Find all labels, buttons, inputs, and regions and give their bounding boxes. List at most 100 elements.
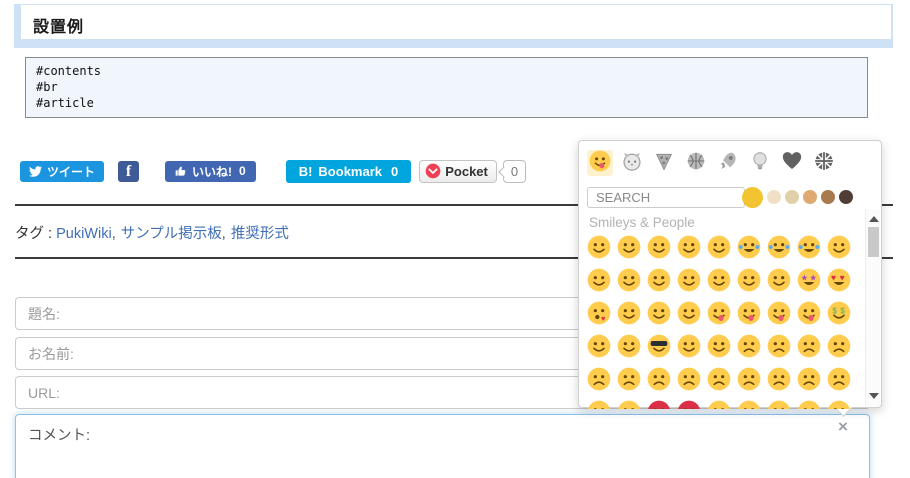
scrollbar-down-icon[interactable] [869,393,879,399]
emoji-grid-row: ★ ★ ♥ ♥ [587,268,861,292]
emoji-cell[interactable] [767,367,791,391]
emoji-grid-row: ♥ $ $ [587,301,861,325]
flag-icon [813,150,835,177]
emoji-cell[interactable]: $ $ [827,301,851,325]
emoji-cell[interactable] [737,367,761,391]
code-block: #contents #br #article [25,57,868,118]
tweet-button-label: ツイート [47,164,96,179]
tweet-button[interactable]: ツイート [20,160,105,182]
emoji-cell[interactable] [767,235,791,259]
tag-link[interactable]: 推奨形式 [231,226,289,242]
emoji-category-tab[interactable] [715,150,741,176]
emoji-cell[interactable] [767,334,791,358]
tag-link[interactable]: PukiWiki [56,226,112,242]
emoji-cell[interactable] [677,268,701,292]
emoji-cell[interactable] [797,334,821,358]
skin-tone-swatch[interactable] [803,190,817,204]
emoji-cell[interactable] [707,334,731,358]
emoji-cell[interactable] [707,235,731,259]
emoji-cell[interactable] [617,268,641,292]
emoji-cell[interactable] [647,235,671,259]
scrollbar-thumb[interactable] [868,227,879,257]
skin-tone-swatch[interactable] [767,190,781,204]
emoji-grid-scrollbar[interactable] [865,209,880,406]
hatena-bookmark-button[interactable]: B! Bookmark 0 [285,159,412,183]
emoji-cell[interactable] [767,268,791,292]
emoji-cell[interactable] [677,301,701,325]
emoji-cell[interactable] [617,334,641,358]
skin-tone-swatch[interactable] [742,186,763,208]
emoji-cell[interactable] [587,400,611,409]
emoji-category-tab[interactable] [779,150,805,176]
emoji-cell[interactable] [647,367,671,391]
emoji-cell[interactable] [767,400,791,409]
emoji-cell[interactable] [647,268,671,292]
skin-tone-swatch[interactable] [839,190,853,204]
tag-list: PukiWiki, サンプル掲示板, 推奨形式 [56,226,289,242]
emoji-cell[interactable] [587,367,611,391]
emoji-cell[interactable] [737,400,761,409]
emoji-cell[interactable]: ♥ ♥ [827,268,851,292]
pizza-icon [653,150,675,177]
emoji-cell[interactable] [737,334,761,358]
emoji-cell[interactable] [797,400,821,409]
emoji-cell[interactable] [737,301,761,325]
facebook-button[interactable]: f [118,160,140,182]
share-buttons-row: ツイート f いいね! 0 B! Bookmark 0 Pocket 0 [20,158,527,184]
emoji-cell[interactable] [797,235,821,259]
emoji-cell[interactable] [587,268,611,292]
pocket-button[interactable]: Pocket [419,159,497,183]
emoji-cell[interactable]: ♥ [587,301,611,325]
emoji-cell[interactable] [587,235,611,259]
emoji-category-tab[interactable] [619,150,645,176]
emoji-category-tab[interactable] [747,150,773,176]
svg-text:♥: ♥ [831,273,836,283]
emoji-cell[interactable] [737,268,761,292]
emoji-cell[interactable] [617,235,641,259]
pocket-count-bubble: 0 [502,159,527,183]
emoji-cell[interactable] [707,400,731,409]
emoji-cell[interactable] [827,334,851,358]
emoji-cell[interactable] [647,301,671,325]
emoji-grid-row [587,334,861,358]
emoji-cell[interactable] [827,367,851,391]
tag-link[interactable]: サンプル掲示板 [121,226,222,242]
emoji-cell[interactable] [647,334,671,358]
comment-textarea[interactable] [15,414,870,478]
scrollbar-up-icon[interactable] [869,216,879,222]
emoji-cell[interactable] [707,367,731,391]
skin-tone-swatch[interactable] [785,190,799,204]
emoji-cell[interactable] [737,235,761,259]
tags-line: タグ : PukiWiki, サンプル掲示板, 推奨形式 [15,222,289,243]
skin-tone-swatch[interactable] [821,190,835,204]
emoji-cell[interactable] [827,400,851,409]
emoji-category-tab[interactable] [683,150,709,176]
emoji-cell[interactable] [617,367,641,391]
emoji-category-tab[interactable] [811,150,837,176]
emoji-cell[interactable] [707,301,731,325]
emoji-cell[interactable] [647,400,671,409]
emoji-cell[interactable] [797,367,821,391]
emoji-cell[interactable] [677,367,701,391]
emoji-cell[interactable] [797,301,821,325]
emoji-grid-row [587,400,861,409]
close-icon[interactable]: × [838,418,848,435]
emoji-cell[interactable] [677,334,701,358]
like-button[interactable]: いいね! 0 [165,160,256,182]
pocket-button-label: Pocket [445,163,488,179]
pocket-count: 0 [510,163,519,179]
svg-text:♥: ♥ [601,314,605,323]
emoji-cell[interactable] [767,301,791,325]
emoji-cell[interactable] [707,268,731,292]
hatena-button-label: Bookmark [318,163,382,179]
emoji-cell[interactable] [587,334,611,358]
emoji-category-tab[interactable] [651,150,677,176]
emoji-cell[interactable] [617,400,641,409]
emoji-search-input[interactable] [587,187,745,208]
emoji-cell[interactable] [677,400,701,409]
emoji-cell[interactable] [677,235,701,259]
emoji-category-tab[interactable] [587,150,613,176]
emoji-cell[interactable] [827,235,851,259]
emoji-cell[interactable]: ★ ★ [797,268,821,292]
emoji-cell[interactable] [617,301,641,325]
